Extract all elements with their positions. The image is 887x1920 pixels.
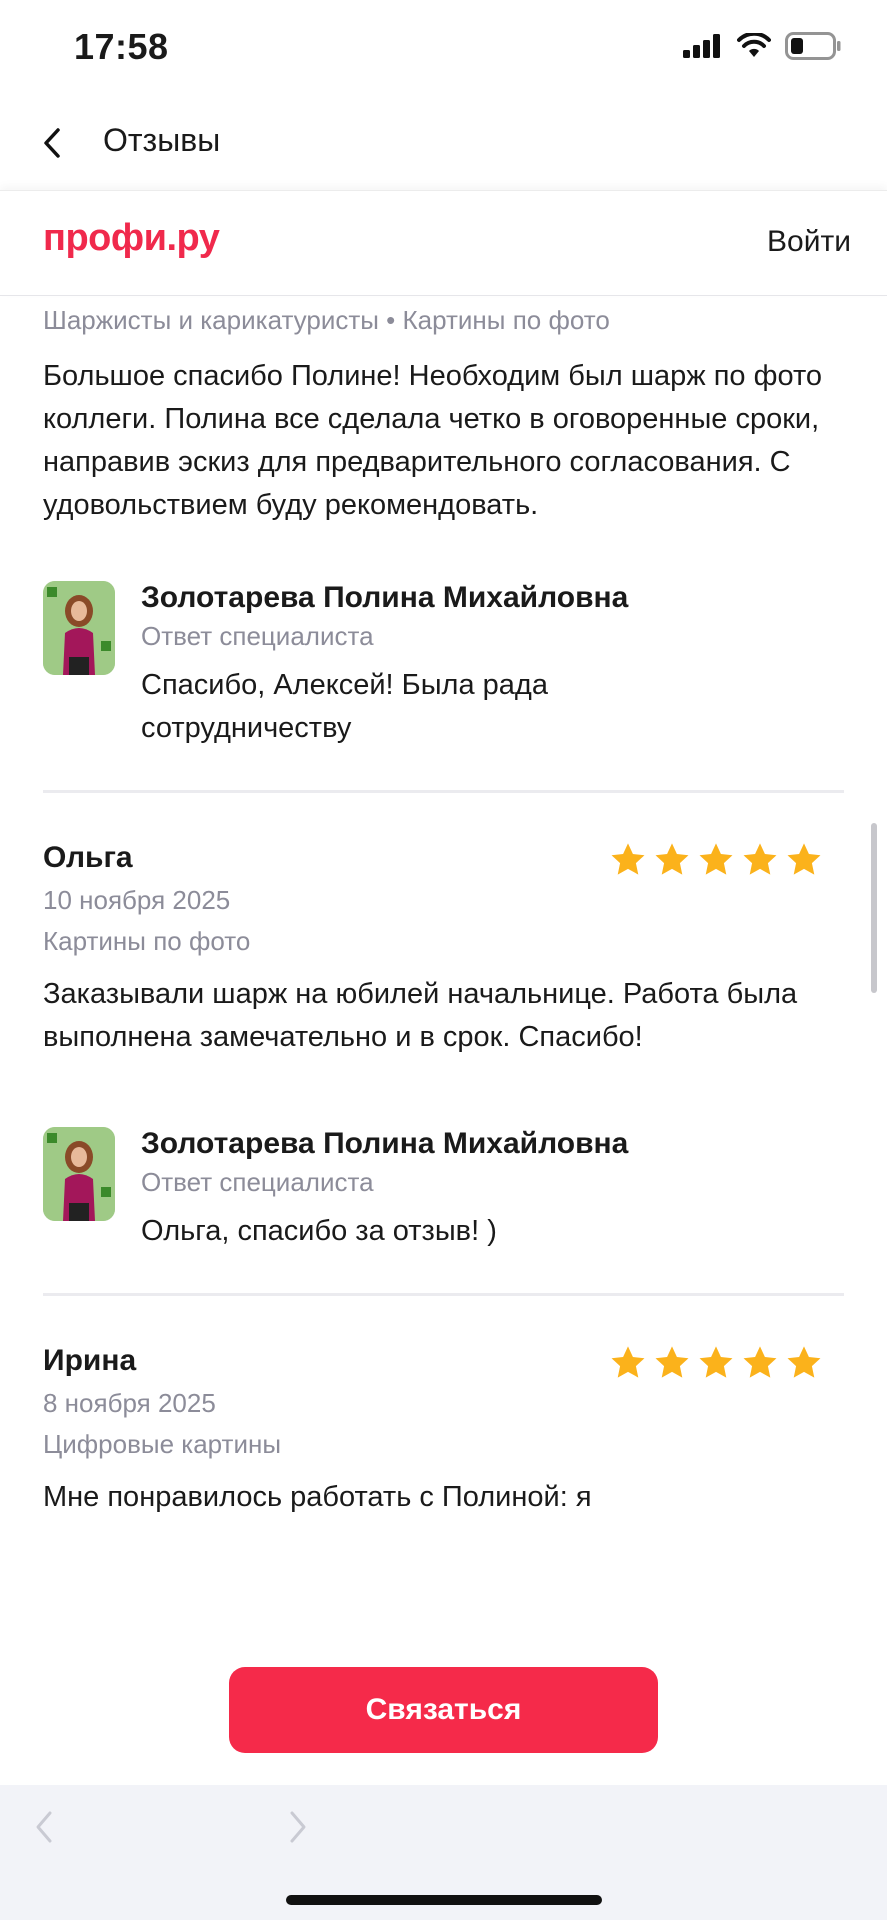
battery-icon xyxy=(785,32,841,60)
review-categories: Цифровые картины xyxy=(43,1429,282,1459)
star-icon xyxy=(699,1346,733,1378)
cta-area: Связаться xyxy=(0,1635,887,1785)
browser-forward-button[interactable] xyxy=(282,1807,312,1847)
star-icon xyxy=(787,843,821,875)
specialist-reply: Золотарева Полина Михайловна Ответ специ… xyxy=(43,1127,844,1253)
reply-text: Ольга, спасибо за отзыв! ) xyxy=(141,1215,497,1247)
login-link[interactable]: Войти xyxy=(767,225,851,259)
star-icon xyxy=(743,1346,777,1378)
rating-stars xyxy=(609,1344,823,1382)
specialist-avatar[interactable] xyxy=(43,581,115,675)
review-date: 8 ноября 2025 xyxy=(43,1388,216,1418)
contact-button[interactable]: Связаться xyxy=(229,1667,658,1753)
review-date: 10 ноября 2025 xyxy=(43,885,231,915)
review-text: Мне понравилось работать с Полиной: я xyxy=(43,1481,592,1513)
review-text: Заказывали шарж на юбилей начальнице. Ра… xyxy=(43,978,798,1053)
chevron-left-icon xyxy=(44,128,60,158)
browser-back-button[interactable] xyxy=(30,1807,60,1847)
star-icon xyxy=(699,843,733,875)
review-item: Ольга 10 ноября 2025 Картины по фото Зак… xyxy=(0,793,887,1253)
review-item: Шаржисты и карикатуристы • Картины по фо… xyxy=(0,297,887,750)
reply-body: Золотарева Полина Михайловна Ответ специ… xyxy=(141,581,661,750)
reply-text: Спасибо, Алексей! Была рада сотрудничест… xyxy=(141,669,548,744)
review-categories: Шаржисты и карикатуристы • Картины по фо… xyxy=(43,305,610,335)
site-header: профи.ру Войти xyxy=(0,190,887,296)
chevron-left-icon xyxy=(36,1811,52,1843)
star-icon xyxy=(611,843,645,875)
signal-icon xyxy=(683,34,720,58)
review-item: Ирина 8 ноября 2025 Цифровые картины Мне… xyxy=(0,1296,887,1519)
review-text: Большое спасибо Полине! Необходим был ша… xyxy=(43,360,823,521)
rating-stars xyxy=(609,841,823,879)
reply-body: Золотарева Полина Михайловна Ответ специ… xyxy=(141,1127,628,1253)
status-time: 17:58 xyxy=(74,26,169,67)
star-icon xyxy=(787,1346,821,1378)
home-indicator[interactable] xyxy=(286,1895,602,1905)
specialist-name[interactable]: Золотарева Полина Михайловна xyxy=(141,581,661,615)
nav-header: Отзывы xyxy=(0,100,887,190)
back-button[interactable] xyxy=(32,118,72,168)
star-icon xyxy=(611,1346,645,1378)
page-title: Отзывы xyxy=(103,122,221,158)
reviews-list[interactable]: Шаржисты и карикатуристы • Картины по фо… xyxy=(0,297,887,1635)
wifi-icon xyxy=(737,33,771,57)
review-categories: Картины по фото xyxy=(43,926,251,956)
specialist-reply: Золотарева Полина Михайловна Ответ специ… xyxy=(43,581,844,750)
star-icon xyxy=(655,843,689,875)
scrollbar[interactable] xyxy=(871,823,877,993)
star-icon xyxy=(743,843,777,875)
reply-role: Ответ специалиста xyxy=(141,1167,374,1197)
status-bar: 17:58 xyxy=(0,0,887,100)
specialist-avatar[interactable] xyxy=(43,1127,115,1221)
status-icons xyxy=(683,32,841,60)
chevron-right-icon xyxy=(290,1811,306,1843)
reply-role: Ответ специалиста xyxy=(141,621,374,651)
specialist-name[interactable]: Золотарева Полина Михайловна xyxy=(141,1127,628,1161)
profi-logo[interactable]: профи.ру xyxy=(43,217,220,260)
browser-toolbar xyxy=(0,1785,887,1920)
star-icon xyxy=(655,1346,689,1378)
